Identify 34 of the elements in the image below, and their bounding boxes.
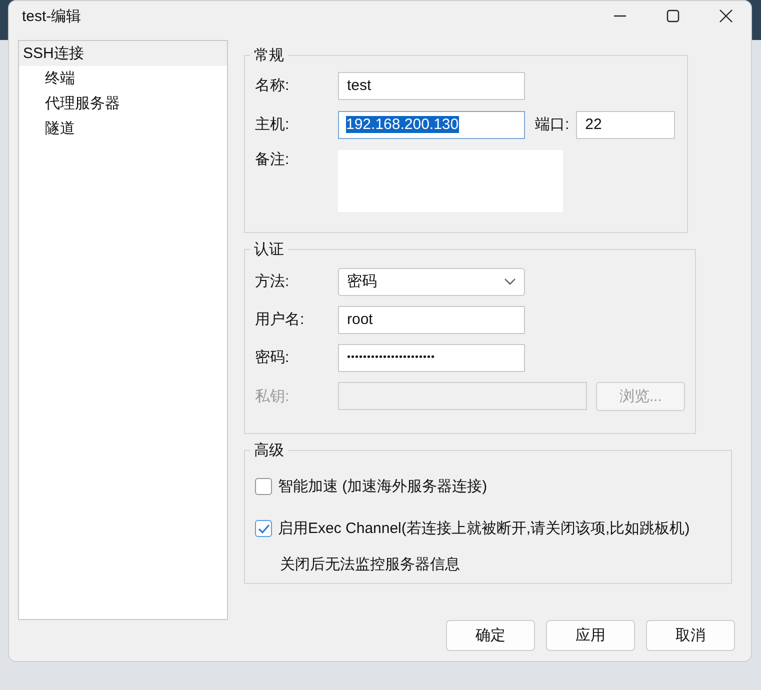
password-field[interactable]: •••••••••••••••••••••• (338, 344, 525, 372)
checkbox[interactable] (255, 520, 272, 538)
field-label: 用户名: (255, 310, 306, 330)
sidebar-item[interactable]: 隧道 (19, 116, 227, 141)
maximize-icon[interactable] (666, 9, 680, 24)
private-key-field[interactable] (338, 382, 588, 410)
group-title: 高级 (250, 440, 288, 460)
dialog-button[interactable]: 取消 (646, 620, 735, 651)
field-label: 端口: (535, 115, 570, 134)
checkbox-label: 启用Exec Channel(若连接上就被断开,请关闭该项,比如跳板机) (278, 519, 690, 538)
field-label: 名称: (255, 76, 290, 96)
field-label: 密码: (255, 348, 290, 368)
window-title: test-编辑 (22, 6, 82, 26)
username-field[interactable]: root (338, 306, 525, 334)
method-dropdown[interactable]: 密码 (338, 268, 525, 296)
sidebar-item[interactable]: 代理服务器 (19, 90, 227, 116)
field-label: 主机: (255, 115, 290, 134)
field-label: 备注: (255, 150, 290, 169)
field-label: 私钥: (255, 386, 290, 406)
close-icon[interactable] (719, 9, 733, 24)
sidebar-item[interactable]: SSH连接 (19, 40, 227, 66)
group-title: 认证 (250, 240, 288, 259)
chevron-down-icon (504, 278, 516, 286)
option-note: 关闭后无法监控服务器信息 (279, 554, 461, 574)
dialog-button[interactable]: 确定 (446, 620, 535, 651)
checkbox-label: 智能加速 (加速海外服务器连接) (278, 477, 488, 496)
sidebar-item[interactable]: 终端 (19, 66, 227, 91)
port-field[interactable]: 22 (576, 110, 676, 139)
dialog-button[interactable]: 应用 (546, 620, 635, 651)
group-title: 常规 (250, 46, 288, 65)
field-label: 方法: (255, 272, 290, 292)
name-field[interactable]: test (338, 72, 525, 100)
checkbox[interactable] (255, 478, 272, 496)
host-field[interactable]: 192.168.200.130 (338, 110, 525, 139)
